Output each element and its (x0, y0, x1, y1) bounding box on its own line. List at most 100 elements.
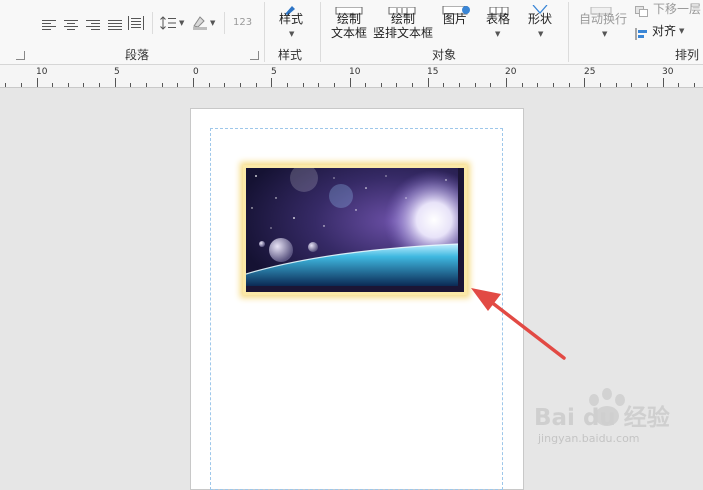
ruler-tick (193, 78, 194, 87)
ruler-tick (631, 83, 632, 87)
shape-icon[interactable] (530, 0, 550, 14)
align-button[interactable]: 对齐 (652, 24, 676, 38)
ruler-tick (647, 83, 648, 87)
group-label-style: 样式 (278, 48, 303, 62)
chevron-down-icon[interactable]: ▼ (679, 27, 684, 35)
ruler-tick (381, 83, 382, 87)
ruler-label: 10 (349, 67, 361, 77)
justify-icon[interactable] (108, 16, 122, 30)
align-right-icon[interactable] (86, 16, 100, 30)
ruler-tick (271, 78, 272, 87)
watermark-url: jingyan.baidu.com (538, 432, 640, 445)
draw-vertical-textbox-line2: 竖排文本框 (372, 26, 433, 40)
group-label-paragraph: 段落 (125, 48, 150, 62)
ruler-tick (37, 78, 38, 87)
ruler-tick (616, 83, 617, 87)
ruler-tick (177, 83, 178, 87)
table-button[interactable]: 表格 (486, 12, 510, 26)
draw-textbox-button[interactable]: 绘制 文本框 (330, 12, 368, 40)
vertical-textbox-icon[interactable] (388, 0, 416, 15)
ruler-tick (396, 83, 397, 87)
watermark: Bai du 经验 jingyan.baidu.com (528, 386, 678, 458)
ruler-tick (569, 83, 570, 87)
style-button[interactable]: 样式 (279, 12, 303, 26)
ruler-tick (240, 83, 241, 87)
picture-button[interactable]: 图片 (443, 12, 467, 26)
ruler-tick (663, 78, 664, 87)
inserted-picture[interactable] (243, 165, 467, 295)
ruler-tick (350, 78, 351, 87)
ruler-tick (490, 83, 491, 87)
ruler-tick (256, 83, 257, 87)
ruler-label: 10 (36, 67, 48, 77)
ruler-tick (428, 78, 429, 87)
ruler-label: 30 (662, 67, 674, 77)
ruler-tick (303, 83, 304, 87)
space-picture-graphic (246, 168, 464, 286)
ruler-tick (412, 83, 413, 87)
ruler-label: 5 (271, 67, 277, 77)
ruler-tick (287, 83, 288, 87)
ribbon: ▼ ▼ 123 段落 样式 ▼ 样式 绘制 文本框 绘制 竖排文本框 图片 表格… (0, 0, 703, 65)
ruler-tick (694, 83, 695, 87)
chevron-down-icon[interactable]: ▼ (179, 19, 184, 27)
chevron-down-icon[interactable]: ▼ (538, 30, 543, 38)
horizontal-ruler[interactable]: 10 5 0 5 10 15 20 25 30 (0, 65, 703, 88)
dialog-launcher-icon[interactable] (16, 51, 25, 60)
ruler-tick (318, 83, 319, 87)
ruler-tick (99, 83, 100, 87)
wrap-icon[interactable] (590, 0, 612, 15)
ruler-tick (522, 83, 523, 87)
line-spacing-icon[interactable] (160, 15, 176, 30)
ruler-label: 15 (427, 67, 439, 77)
ruler-tick (365, 83, 366, 87)
ruler-tick (52, 83, 53, 87)
ruler-tick (130, 83, 131, 87)
group-label-arrange: 排列 (675, 48, 700, 62)
send-backward-button[interactable]: 下移一层 (653, 2, 701, 16)
align-objects-icon[interactable] (635, 25, 649, 40)
ruler-label: 20 (505, 67, 517, 77)
style-brush-icon[interactable] (282, 0, 298, 15)
ruler-label: 25 (584, 67, 596, 77)
ruler-label: 5 (114, 67, 120, 77)
watermark-brand: Bai du 经验 (534, 405, 670, 431)
ruler-tick (115, 78, 116, 87)
align-left-icon[interactable] (42, 16, 56, 30)
chevron-down-icon[interactable]: ▼ (289, 30, 294, 38)
textbox-icon[interactable] (335, 0, 363, 15)
distributed-icon[interactable] (128, 15, 144, 30)
chevron-down-icon[interactable]: ▼ (495, 30, 500, 38)
separator (152, 12, 153, 34)
ruler-tick (162, 83, 163, 87)
ruler-tick (584, 78, 585, 87)
chevron-down-icon[interactable]: ▼ (210, 19, 215, 27)
ruler-tick (537, 83, 538, 87)
ruler-tick (83, 83, 84, 87)
group-separator (568, 2, 569, 62)
ruler-tick (443, 83, 444, 87)
ruler-tick (600, 83, 601, 87)
send-backward-icon[interactable] (635, 3, 649, 17)
align-center-icon[interactable] (64, 16, 78, 30)
auto-wrap-button[interactable]: 自动换行 (579, 12, 627, 26)
ruler-tick (68, 83, 69, 87)
ruler-tick (21, 83, 22, 87)
table-icon[interactable] (489, 0, 509, 15)
ruler-tick (506, 78, 507, 87)
chevron-down-icon[interactable]: ▼ (602, 30, 607, 38)
numbering-text[interactable]: 123 (233, 16, 252, 30)
ruler-tick (146, 83, 147, 87)
group-separator (264, 2, 265, 62)
picture-icon[interactable] (442, 0, 472, 15)
ruler-tick (459, 83, 460, 87)
ruler-tick (553, 83, 554, 87)
ruler-tick (224, 83, 225, 87)
group-separator (320, 2, 321, 62)
draw-vertical-textbox-button[interactable]: 绘制 竖排文本框 (372, 12, 434, 40)
shading-icon[interactable] (192, 14, 208, 30)
ruler-tick (5, 83, 6, 87)
ruler-tick (334, 83, 335, 87)
dialog-launcher-icon[interactable] (250, 51, 259, 60)
shape-button[interactable]: 形状 (528, 12, 552, 26)
